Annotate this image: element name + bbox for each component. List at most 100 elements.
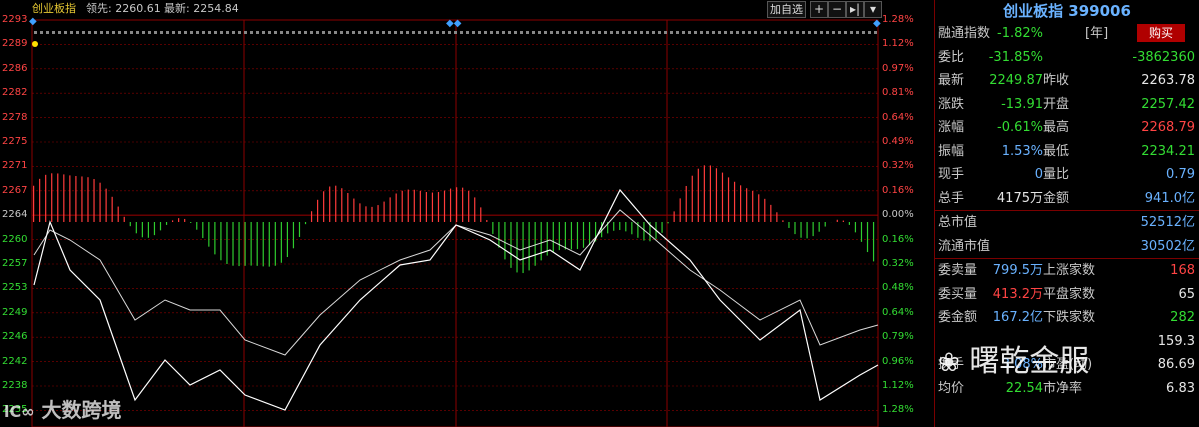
volume-bar-down — [274, 222, 276, 266]
zoom-out-button[interactable]: − — [828, 1, 846, 18]
time-tick — [286, 31, 289, 34]
volume-bar-up — [317, 199, 319, 222]
period-selector[interactable]: [年] — [1085, 22, 1108, 46]
time-tick — [538, 31, 541, 34]
latest-label: 最新: — [164, 2, 190, 15]
volume-bar-up — [764, 198, 766, 222]
time-tick — [616, 31, 619, 34]
watermark-right: ❀ 曙乾金服 — [938, 336, 1178, 388]
time-tick — [790, 31, 793, 34]
volume-bar-down — [576, 222, 579, 250]
time-tick — [418, 31, 421, 34]
time-tick — [502, 31, 505, 34]
quote-label: 委金额 — [938, 310, 978, 325]
right-axis-label: 1.12% — [882, 380, 914, 391]
volume-bar-down — [854, 222, 857, 233]
time-tick — [406, 31, 409, 34]
left-axis-label: 2238 — [2, 380, 28, 391]
volume-bar-up — [359, 203, 361, 222]
volume-bar-up — [431, 192, 434, 222]
left-axis-label: 2264 — [2, 209, 28, 221]
time-tick — [76, 31, 79, 34]
left-axis-label: 2282 — [2, 87, 28, 99]
time-tick — [424, 31, 427, 34]
time-tick — [850, 31, 853, 34]
lead-value: 2260.61 — [115, 2, 161, 15]
quote-label: 总手 — [938, 190, 965, 206]
time-tick — [700, 31, 703, 34]
volume-bar-down — [588, 222, 591, 246]
right-axis-label: 0.64% — [882, 111, 914, 123]
quote-label: 委买量 — [938, 286, 978, 302]
quote-label: 量比 — [1043, 167, 1070, 182]
right-axis-label: 0.32% — [882, 258, 914, 269]
volume-bar-up — [462, 187, 464, 222]
time-tick — [448, 31, 451, 34]
quote-label: 融通指数 — [938, 26, 991, 41]
menu-dropdown-button[interactable]: ▾ — [864, 1, 882, 18]
time-tick — [604, 31, 607, 34]
time-tick — [592, 31, 595, 34]
time-tick — [244, 31, 247, 34]
time-tick — [736, 31, 739, 34]
volume-bar-down — [528, 222, 530, 271]
quote-label: 平盘家数 — [1043, 286, 1096, 302]
left-axis-label: 2286 — [2, 62, 28, 74]
time-tick — [778, 31, 781, 34]
quote-value: 2268.79 — [1141, 120, 1195, 135]
left-axis-label: 2289 — [2, 38, 28, 50]
volume-bar-down — [298, 222, 301, 237]
zoom-in-button[interactable]: + — [810, 1, 828, 18]
time-tick — [706, 31, 709, 34]
left-axis-label: 2275 — [2, 136, 28, 147]
volume-bar-down — [848, 222, 850, 225]
quote-value: 799.5万 — [992, 263, 1043, 278]
watermark-logo-icon: lC∞ — [4, 402, 35, 421]
volume-bar-up — [105, 188, 107, 222]
buy-button[interactable]: 购买 — [1137, 24, 1185, 42]
quote-row: 流通市值 30502亿 — [935, 235, 1199, 259]
volume-bar-down — [135, 222, 137, 234]
chart-canvas[interactable]: ◆◆◆ ◆ — [0, 0, 934, 427]
volume-bar-up — [75, 176, 77, 222]
volume-bar-up — [81, 176, 83, 222]
time-tick — [94, 31, 97, 34]
time-tick — [268, 31, 271, 34]
volume-bar-up — [45, 174, 47, 222]
quote-value: 282 — [1170, 310, 1195, 325]
time-tick — [580, 31, 583, 34]
volume-bar-down — [232, 222, 234, 266]
volume-bar-down — [129, 222, 131, 227]
time-tick — [310, 31, 313, 34]
volume-bar-up — [51, 173, 53, 222]
next-page-button[interactable]: ▸| — [846, 1, 864, 18]
volume-bar-up — [721, 172, 724, 222]
quote-row: 总手 4175万 金额 941.0亿 — [935, 187, 1199, 211]
time-tick — [316, 31, 319, 34]
time-tick — [436, 31, 439, 34]
time-tick — [574, 31, 577, 34]
time-tick — [238, 31, 241, 34]
time-tick — [772, 31, 775, 34]
time-tick — [82, 31, 85, 34]
time-tick — [400, 31, 403, 34]
volume-bar-down — [141, 222, 143, 238]
quote-label: 昨收 — [1043, 73, 1070, 88]
time-tick — [388, 31, 391, 34]
volume-bar-up — [39, 178, 41, 222]
left-axis-label: 2260 — [2, 233, 28, 245]
time-tick — [682, 31, 685, 34]
quote-row: 振幅 1.53% 最低 2234.21 — [935, 140, 1199, 164]
volume-bar-down — [860, 222, 863, 242]
volume-bar-up — [111, 196, 113, 222]
volume-bar-up — [673, 211, 675, 222]
intraday-chart[interactable]: ◆◆ ◆ ◆ — [0, 0, 934, 427]
volume-bar-up — [474, 197, 476, 222]
add-watchlist-button[interactable]: 加自选 — [767, 1, 806, 18]
volume-bar-down — [540, 222, 542, 261]
time-tick — [298, 31, 301, 34]
quote-value: 2249.87 — [989, 73, 1043, 88]
quote-label: 最高 — [1043, 120, 1070, 135]
volume-bar-up — [93, 179, 95, 222]
time-tick — [166, 31, 169, 34]
